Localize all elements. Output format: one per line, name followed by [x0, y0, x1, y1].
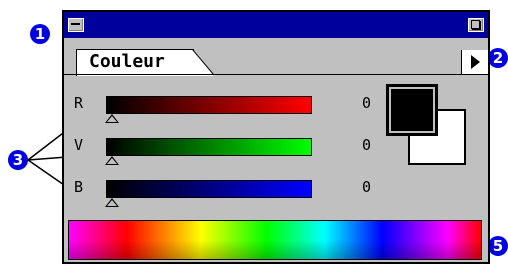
slider-thumb-icon[interactable]	[105, 198, 119, 207]
color-ramp[interactable]	[106, 138, 312, 156]
tab-couleur-label: Couleur	[89, 51, 165, 72]
slider-thumb-icon[interactable]	[105, 156, 119, 165]
slider-value: 0	[362, 178, 372, 196]
close-box-icon[interactable]	[68, 18, 84, 32]
panel-menu-arrow-icon[interactable]	[461, 50, 488, 74]
color-ramp[interactable]	[106, 180, 312, 198]
slider-value: 0	[362, 94, 372, 112]
slider-value: 0	[362, 136, 372, 154]
title-bar[interactable]	[64, 12, 488, 38]
foreground-color-swatch[interactable]	[386, 84, 438, 136]
tab-couleur[interactable]: Couleur	[76, 49, 194, 76]
tab-slant-edge	[192, 49, 214, 76]
slider-row-b: B0	[64, 178, 464, 212]
slider-label: B	[74, 178, 84, 196]
color-ramp[interactable]	[106, 96, 312, 114]
slider-label: V	[74, 136, 84, 154]
tab-bar: Couleur	[64, 38, 488, 76]
zoom-box-icon[interactable]	[468, 18, 484, 32]
slider-row-v: V0	[64, 136, 464, 170]
slider-thumb-icon[interactable]	[105, 114, 119, 123]
slider-label: R	[74, 94, 84, 112]
callout-2: 2	[488, 48, 508, 68]
color-spectrum-bar[interactable]	[68, 220, 482, 260]
tab-divider	[64, 74, 488, 75]
callout-5: 5	[488, 236, 508, 256]
color-palette-window: Couleur R0V0B0	[62, 10, 490, 264]
